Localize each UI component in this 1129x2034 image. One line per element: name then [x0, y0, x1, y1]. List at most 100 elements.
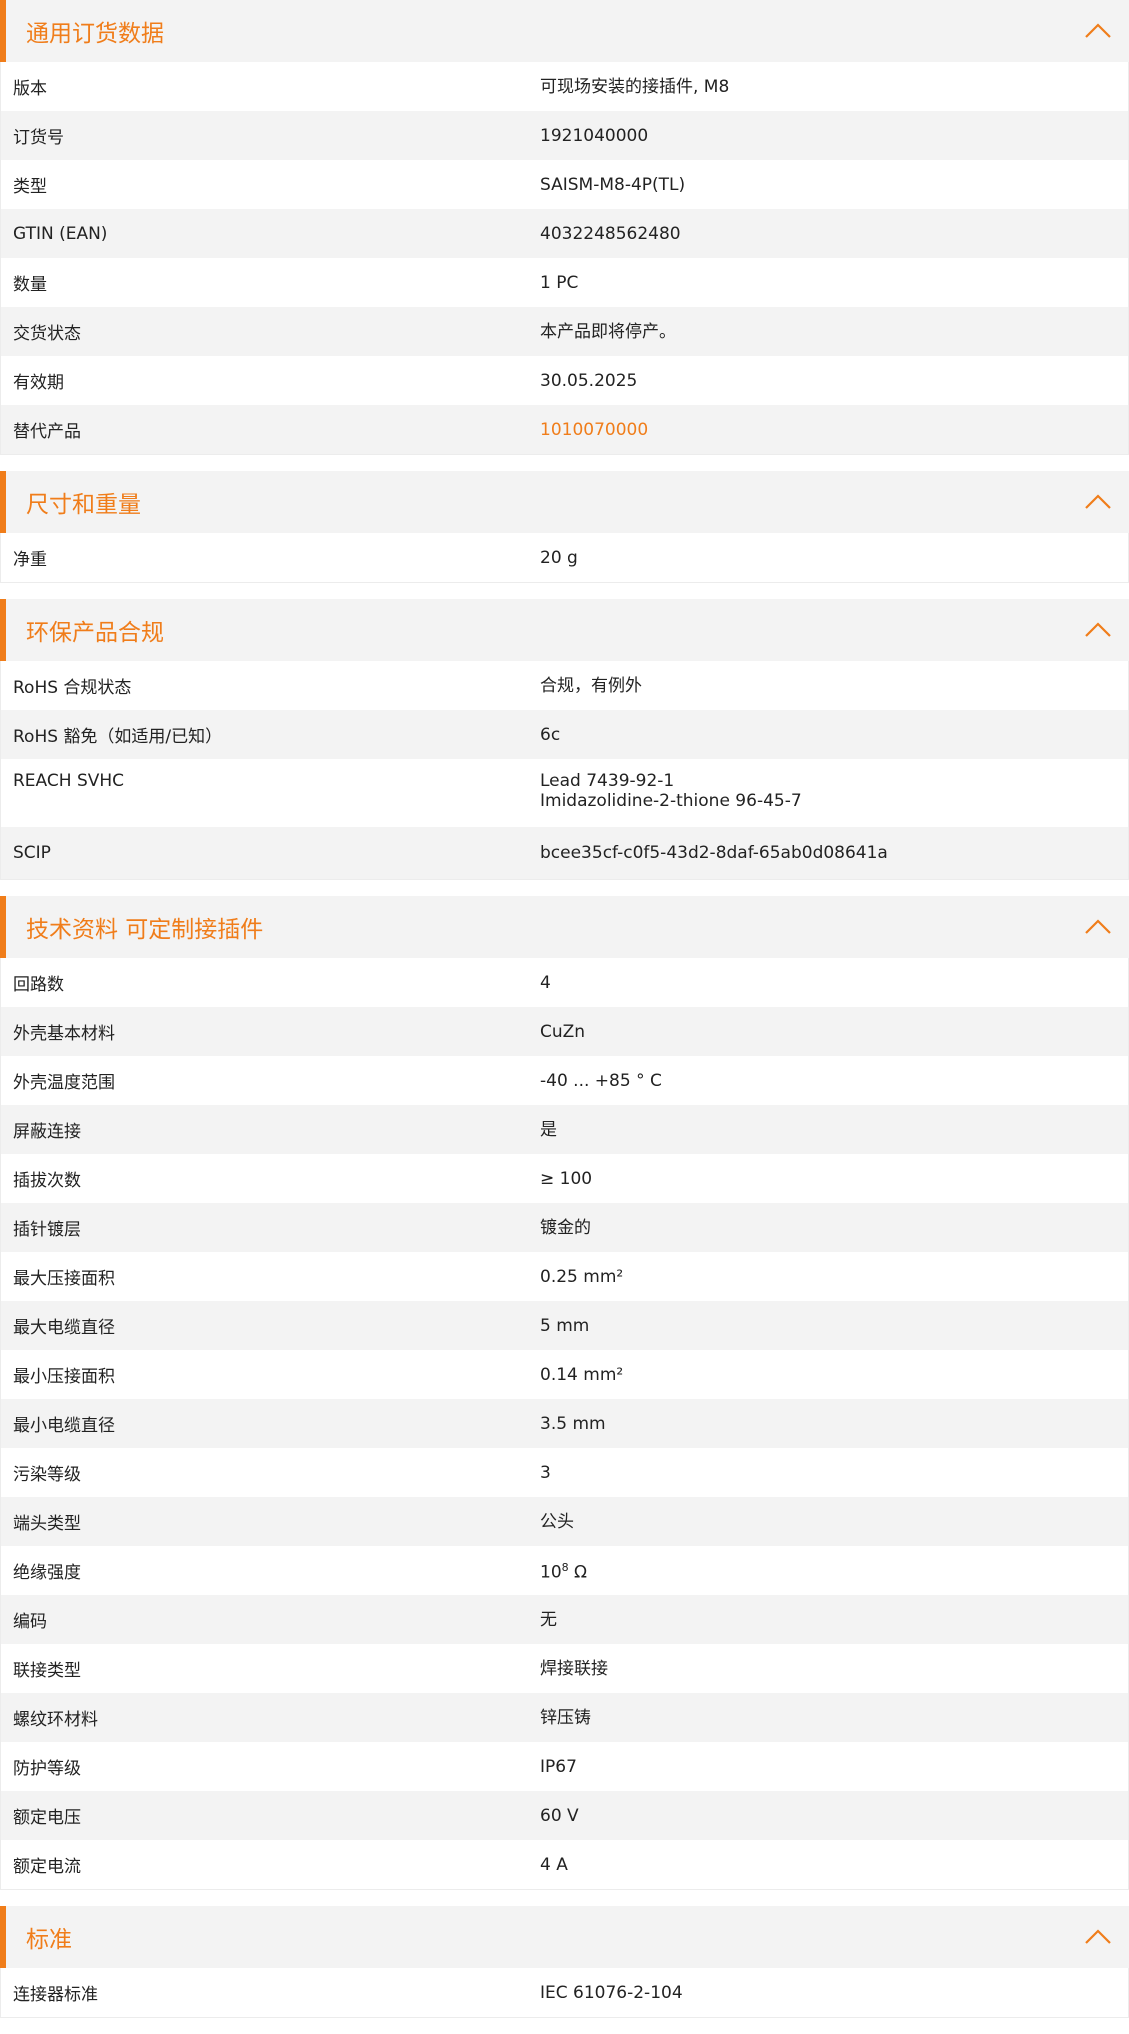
chevron-up-icon[interactable]	[1083, 1927, 1113, 1947]
table-row: 污染等级 3	[1, 1448, 1128, 1497]
table-row: 交货状态 本产品即将停产。	[1, 307, 1128, 356]
section-header[interactable]: 尺寸和重量	[0, 471, 1129, 533]
row-value: IEC 61076-2-104	[540, 1982, 683, 2003]
table-row: 类型 SAISM-M8-4P(TL)	[1, 160, 1128, 209]
chevron-up-icon[interactable]	[1083, 620, 1113, 640]
section-standards: 标准 连接器标准 IEC 61076-2-104	[0, 1906, 1129, 2018]
row-label: GTIN (EAN)	[13, 223, 108, 244]
row-label: SCIP	[13, 843, 51, 863]
row-value: CuZn	[540, 1021, 586, 1042]
row-label: RoHS 合规状态	[13, 678, 132, 698]
row-value: 公头	[540, 1511, 574, 1532]
row-value: 0.14 mm²	[540, 1364, 624, 1385]
row-label: 防护等级	[13, 1759, 81, 1779]
row-label: 联接类型	[13, 1661, 81, 1681]
row-value: 锌压铸	[540, 1707, 591, 1728]
row-value: bcee35cf-c0f5-43d2-8daf-65ab0d08641a	[540, 843, 888, 863]
row-value: 6c	[540, 724, 561, 745]
row-label: 订货号	[13, 128, 64, 148]
row-value: IP67	[540, 1756, 577, 1777]
row-label: 类型	[13, 177, 47, 197]
row-value: 是	[540, 1119, 557, 1140]
row-value: 无	[540, 1609, 557, 1630]
svhc-substance: Imidazolidine-2-thione 96-45-7	[540, 791, 802, 811]
row-value: 20 g	[540, 547, 578, 568]
row-value: 30.05.2025	[540, 370, 638, 391]
table-row: 最小压接面积 0.14 mm²	[1, 1350, 1128, 1399]
row-label: 连接器标准	[13, 1985, 98, 2005]
row-label: 编码	[13, 1612, 47, 1632]
table-row: 螺纹环材料 锌压铸	[1, 1693, 1128, 1742]
table-row: 连接器标准 IEC 61076-2-104	[1, 1968, 1128, 2017]
section-dimensions-weights: 尺寸和重量 净重 20 g	[0, 471, 1129, 583]
row-value: 镀金的	[540, 1217, 591, 1238]
value-unit: Ω	[568, 1562, 588, 1583]
row-value: 可现场安装的接插件, M8	[540, 76, 730, 97]
table-row: 最大电缆直径 5 mm	[1, 1301, 1128, 1350]
row-label: RoHS 豁免（如适用/已知）	[13, 727, 223, 747]
table-row: 额定电压 60 V	[1, 1791, 1128, 1840]
table-row: 屏蔽连接 是	[1, 1105, 1128, 1154]
row-label: 屏蔽连接	[13, 1122, 81, 1142]
section-technical-data: 技术资料 可定制接插件 回路数 4 外壳基本材料 CuZn 外壳温度范围 -40 ..…	[0, 896, 1129, 1890]
table-row: RoHS 豁免（如适用/已知） 6c	[1, 710, 1128, 759]
row-label: 外壳基本材料	[13, 1024, 115, 1044]
row-value: 4032248562480	[540, 223, 681, 244]
row-value: 1010070000	[540, 420, 1128, 440]
table-row: 最小电缆直径 3.5 mm	[1, 1399, 1128, 1448]
value-base: 10	[540, 1562, 562, 1583]
table-row: GTIN (EAN) 4032248562480	[1, 209, 1128, 258]
section-header[interactable]: 技术资料 可定制接插件	[0, 896, 1129, 958]
row-label: 回路数	[13, 975, 64, 995]
row-value: 合规，有例外	[540, 675, 642, 696]
section-environmental-compliance: 环保产品合规 RoHS 合规状态 合规，有例外 RoHS 豁免（如适用/已知） 6c…	[0, 599, 1129, 880]
row-label: 额定电流	[13, 1857, 81, 1877]
table-row: 外壳基本材料 CuZn	[1, 1007, 1128, 1056]
row-label: 最大压接面积	[13, 1269, 115, 1289]
row-label: 替代产品	[13, 422, 81, 442]
table-row: 联接类型 焊接联接	[1, 1644, 1128, 1693]
replacement-product-link[interactable]: 1010070000	[540, 420, 648, 440]
table-row: 订货号 1921040000	[1, 111, 1128, 160]
table-row: RoHS 合规状态 合规，有例外	[1, 661, 1128, 710]
row-label: 插拔次数	[13, 1171, 81, 1191]
section-header[interactable]: 通用订货数据	[0, 0, 1129, 62]
section-general-ordering-data: 通用订货数据 版本 可现场安装的接插件, M8 订货号 1921040000 类型 S…	[0, 0, 1129, 455]
section-header[interactable]: 环保产品合规	[0, 599, 1129, 661]
row-label: 污染等级	[13, 1465, 81, 1485]
row-label: 绝缘强度	[13, 1563, 81, 1583]
table-row: SCIP bcee35cf-c0f5-43d2-8daf-65ab0d08641a	[1, 827, 1128, 879]
table-row: 净重 20 g	[1, 533, 1128, 582]
row-value: -40 ... +85 ° C	[540, 1070, 662, 1091]
row-label: REACH SVHC	[13, 771, 125, 791]
row-value: 108 Ω	[540, 1558, 1128, 1583]
row-value: 0.25 mm²	[540, 1266, 624, 1287]
row-label: 有效期	[13, 373, 64, 393]
section-header[interactable]: 标准	[0, 1906, 1129, 1968]
row-label: 螺纹环材料	[13, 1710, 98, 1730]
table-row: 有效期 30.05.2025	[1, 356, 1128, 405]
row-value: SAISM-M8-4P(TL)	[540, 174, 686, 195]
section-title: 通用订货数据	[26, 21, 164, 47]
row-label: 交货状态	[13, 324, 81, 344]
row-label: 最大电缆直径	[13, 1318, 115, 1338]
chevron-up-icon[interactable]	[1083, 21, 1113, 41]
row-value: 1921040000	[540, 125, 649, 146]
table-row: 数量 1 PC	[1, 258, 1128, 307]
row-label: 额定电压	[13, 1808, 81, 1828]
row-label: 净重	[13, 550, 47, 570]
table-row: 最大压接面积 0.25 mm²	[1, 1252, 1128, 1301]
chevron-up-icon[interactable]	[1083, 492, 1113, 512]
row-value: 60 V	[540, 1805, 579, 1826]
row-value: 5 mm	[540, 1315, 590, 1336]
section-title: 尺寸和重量	[26, 492, 141, 518]
table-row: 回路数 4	[1, 958, 1128, 1007]
row-value: 3.5 mm	[540, 1413, 606, 1434]
chevron-up-icon[interactable]	[1083, 917, 1113, 937]
row-value: Lead 7439-92-1 Imidazolidine-2-thione 96-…	[540, 771, 1128, 811]
row-value: 1 PC	[540, 272, 579, 293]
row-label: 插针镀层	[13, 1220, 81, 1240]
product-data-page: 通用订货数据 版本 可现场安装的接插件, M8 订货号 1921040000 类型 S…	[0, 0, 1129, 2034]
value-exponent: 8	[561, 1561, 569, 1575]
table-row: 插针镀层 镀金的	[1, 1203, 1128, 1252]
